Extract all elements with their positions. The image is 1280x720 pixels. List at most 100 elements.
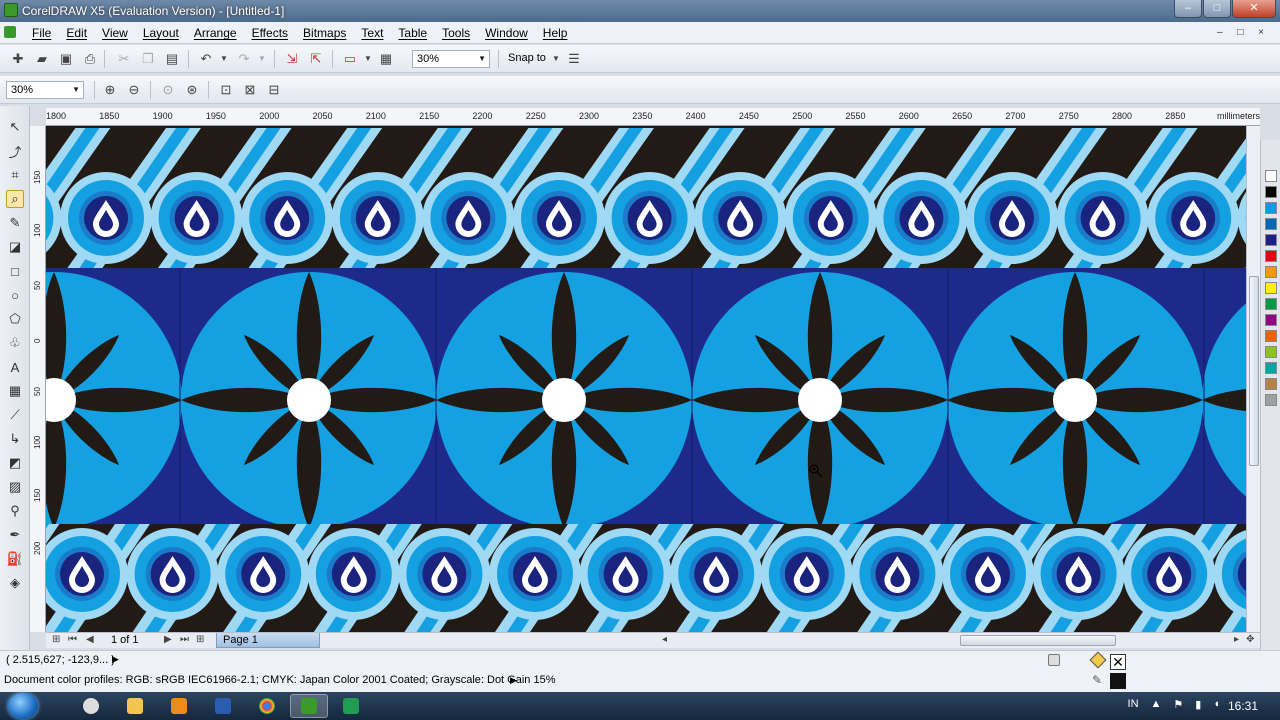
snap-to-dropdown-icon[interactable]: ▼ — [548, 51, 564, 67]
cut-icon[interactable]: ✂ — [116, 51, 132, 67]
zoom-to-page-width-icon[interactable]: ⊠ — [242, 82, 258, 98]
grid-toggle-icon[interactable] — [1048, 654, 1060, 666]
color-profiles-text[interactable]: Document color profiles: RGB: sRGB IEC61… — [4, 674, 555, 686]
open-folder-icon[interactable]: ▰ — [34, 51, 50, 67]
zoom-out-icon[interactable]: ⊖ — [126, 82, 142, 98]
zoom-to-page-height-icon[interactable]: ⊟ — [266, 82, 282, 98]
export-icon[interactable]: ⇱ — [308, 51, 324, 67]
menu-table[interactable]: Table — [398, 26, 427, 40]
taskbar-app-media[interactable] — [72, 694, 110, 718]
palette-swatch[interactable] — [1265, 346, 1277, 358]
menu-effects[interactable]: Effects — [252, 26, 288, 40]
menu-view[interactable]: View — [102, 26, 128, 40]
last-page-icon[interactable]: ⏭ — [180, 634, 189, 645]
interactive-fill-tool-icon[interactable]: ◈ — [6, 574, 24, 592]
zoom-in-icon[interactable]: ⊕ — [102, 82, 118, 98]
maximize-button[interactable]: □ — [1203, 0, 1231, 18]
redo-dropdown-icon[interactable]: ▼ — [254, 51, 270, 67]
menu-window[interactable]: Window — [485, 26, 528, 40]
palette-swatch[interactable] — [1265, 362, 1277, 374]
smart-fill-tool-icon[interactable]: ◪ — [6, 238, 24, 256]
import-icon[interactable]: ⇲ — [284, 51, 300, 67]
redo-icon[interactable]: ↷ — [236, 51, 252, 67]
palette-swatch[interactable] — [1265, 186, 1277, 198]
taskbar-app-mediaplayer[interactable] — [160, 694, 198, 718]
palette-swatch[interactable] — [1265, 250, 1277, 262]
outline-color-swatch[interactable] — [1110, 673, 1126, 689]
scroll-right-icon[interactable]: ▸ — [1234, 634, 1239, 645]
insert-page-after-icon[interactable]: ⊞ — [196, 634, 204, 645]
table-tool-icon[interactable]: ▦ — [6, 382, 24, 400]
palette-swatch[interactable] — [1265, 394, 1277, 406]
profiles-arrow-icon[interactable]: ▶ — [510, 675, 517, 686]
close-button[interactable]: ✕ — [1232, 0, 1276, 18]
crop-tool-icon[interactable]: ⌗ — [6, 166, 24, 184]
palette-swatch[interactable] — [1265, 378, 1277, 390]
palette-swatch[interactable] — [1265, 314, 1277, 326]
interactive-blend-tool-icon[interactable]: ◩ — [6, 454, 24, 472]
basic-shapes-tool-icon[interactable]: ♧ — [6, 334, 24, 352]
palette-swatch[interactable] — [1265, 282, 1277, 294]
palette-swatch[interactable] — [1265, 202, 1277, 214]
palette-swatch[interactable] — [1265, 266, 1277, 278]
taskbar-app-chrome[interactable] — [248, 694, 286, 718]
taskbar-app-word[interactable] — [204, 694, 242, 718]
save-icon[interactable]: ▣ — [58, 51, 74, 67]
palette-swatch[interactable] — [1265, 234, 1277, 246]
outline-pen-tool-icon[interactable]: ✒ — [6, 526, 24, 544]
zoom-levels-combo[interactable]: 30% ▼ — [6, 81, 84, 99]
dimension-tool-icon[interactable]: ⟋ — [6, 406, 24, 424]
copy-icon[interactable]: ❐ — [140, 51, 156, 67]
menu-text[interactable]: Text — [361, 26, 383, 40]
vertical-ruler[interactable]: 150 100 50 0 50 100 150 200 millimeters — [30, 126, 46, 632]
fill-tool-icon[interactable]: ⛽ — [6, 550, 24, 568]
paste-icon[interactable]: ▤ — [164, 51, 180, 67]
menu-arrange[interactable]: Arrange — [194, 26, 237, 40]
menu-file[interactable]: File — [32, 26, 51, 40]
scroll-left-icon[interactable]: ◂ — [662, 634, 667, 645]
drawing-canvas[interactable] — [46, 126, 1246, 632]
navigator-icon[interactable]: ✥ — [1246, 634, 1254, 645]
options-icon[interactable]: ☰ — [566, 51, 582, 67]
zoom-to-page-icon[interactable]: ⊡ — [218, 82, 234, 98]
welcome-screen-icon[interactable]: ▦ — [378, 51, 394, 67]
new-document-icon[interactable]: ✚ — [10, 51, 26, 67]
document-window-controls[interactable]: – □ × — [1217, 27, 1270, 38]
next-page-icon[interactable]: ▶ — [164, 634, 172, 645]
taskbar-app-explorer[interactable] — [116, 694, 154, 718]
undo-icon[interactable]: ↶ — [198, 51, 214, 67]
language-indicator[interactable]: IN — [1128, 698, 1139, 711]
palette-swatch[interactable] — [1265, 330, 1277, 342]
horizontal-scroll-thumb[interactable] — [960, 635, 1116, 646]
start-button[interactable] — [8, 693, 38, 719]
zoom-to-selected-icon[interactable]: ⊙ — [160, 82, 176, 98]
horizontal-ruler[interactable]: 1800 1850 1900 1950 2000 2050 2100 2150 2200 2250… — [46, 108, 1260, 126]
volume-icon[interactable]: ◖ — [1213, 698, 1220, 711]
undo-dropdown-icon[interactable]: ▼ — [216, 51, 232, 67]
battery-icon[interactable]: ▮ — [1195, 698, 1201, 711]
minimize-button[interactable]: – — [1174, 0, 1202, 18]
menu-layout[interactable]: Layout — [143, 26, 179, 40]
ellipse-tool-icon[interactable]: ○ — [6, 286, 24, 304]
taskbar-app-camtasia[interactable] — [332, 694, 370, 718]
eyedropper-tool-icon[interactable]: ⚲ — [6, 502, 24, 520]
freehand-tool-icon[interactable]: ✎ — [6, 214, 24, 232]
pick-tool-icon[interactable]: ↖ — [6, 118, 24, 136]
outline-pen-icon[interactable]: ✎ — [1092, 673, 1102, 687]
vertical-scroll-thumb[interactable] — [1249, 276, 1259, 466]
show-hidden-icons-icon[interactable]: ▲ — [1151, 698, 1162, 711]
connector-tool-icon[interactable]: ↳ — [6, 430, 24, 448]
insert-page-before-icon[interactable]: ⊞ — [52, 634, 60, 645]
vertical-scrollbar[interactable] — [1246, 126, 1260, 632]
polygon-tool-icon[interactable]: ⬠ — [6, 310, 24, 328]
menu-help[interactable]: Help — [543, 26, 568, 40]
shape-tool-icon[interactable]: ⤴ — [6, 142, 24, 160]
previous-page-icon[interactable]: ◀ — [86, 634, 94, 645]
no-fill-swatch-icon[interactable]: ✕ — [1110, 654, 1126, 670]
zoom-level-combo[interactable]: 30% ▼ — [412, 50, 490, 68]
coords-arrow-icon[interactable]: ▶ — [112, 654, 119, 665]
fill-indicator-icon[interactable] — [1089, 651, 1107, 669]
color-palette[interactable] — [1260, 140, 1280, 652]
application-launcher-icon[interactable]: ▭ — [342, 51, 358, 67]
zoom-to-all-objects-icon[interactable]: ⊛ — [184, 82, 200, 98]
